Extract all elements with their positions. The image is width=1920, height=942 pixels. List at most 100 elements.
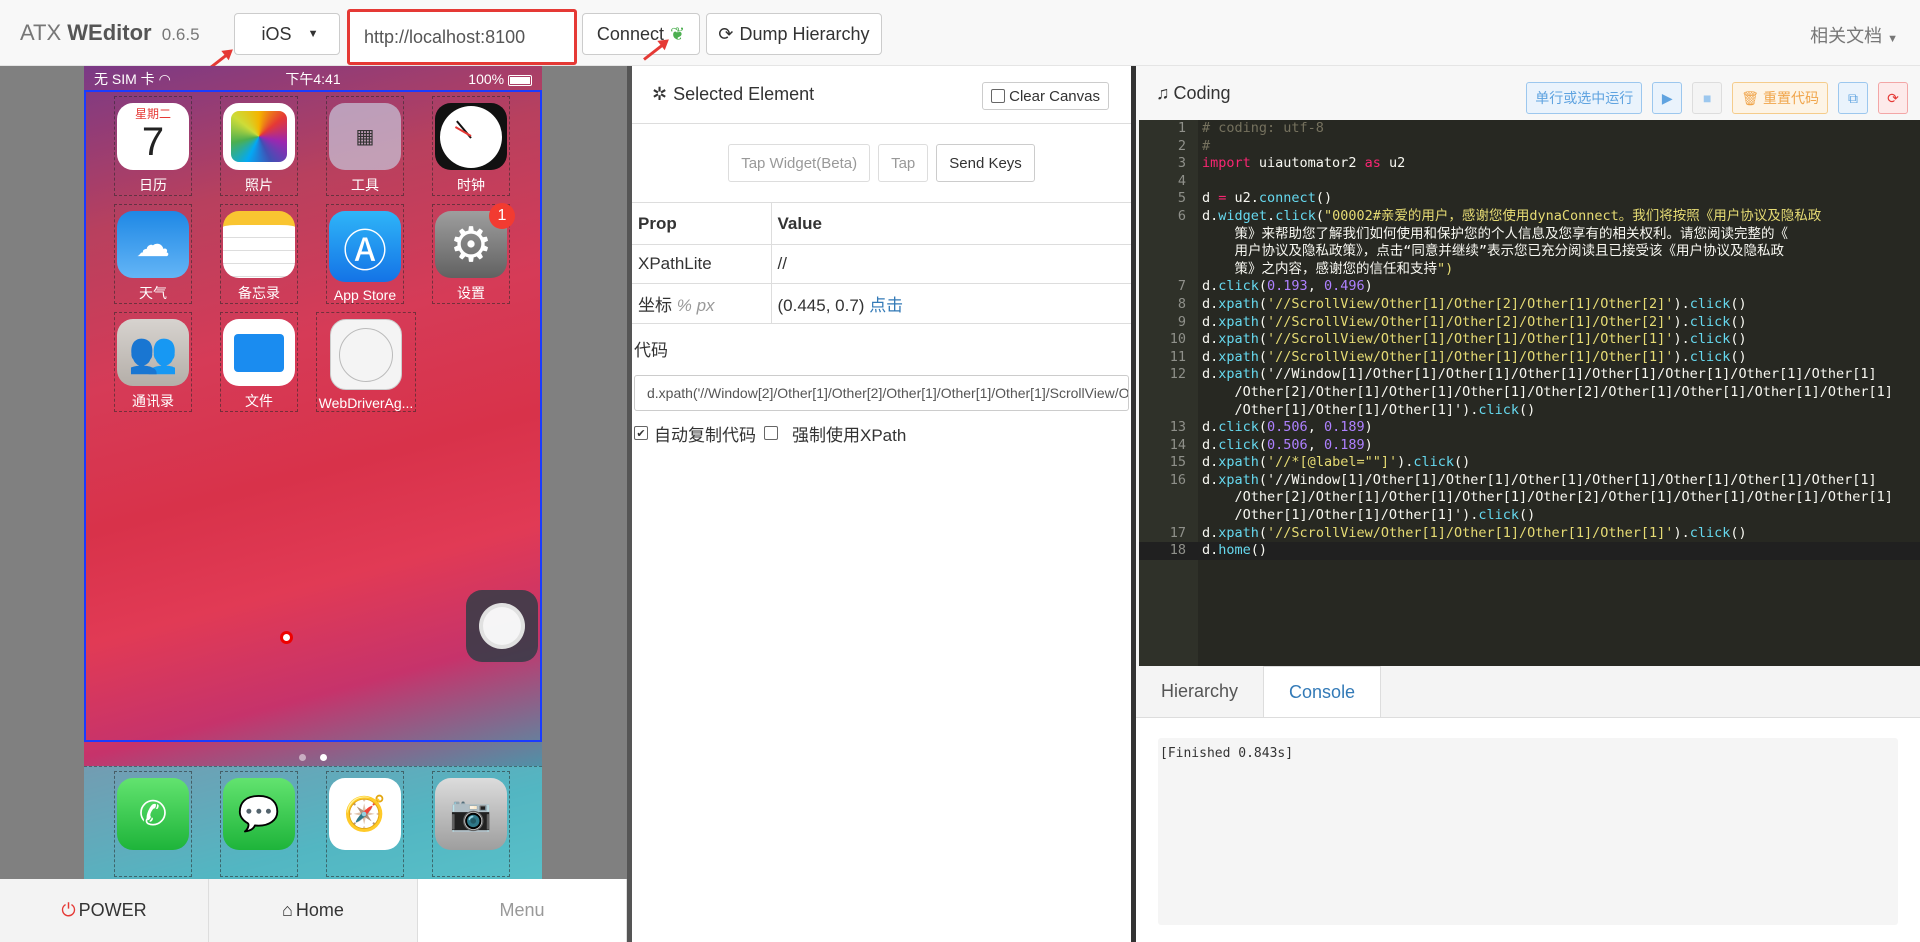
force-xpath-checkbox[interactable] [764, 426, 778, 440]
contacts-icon: 👥 [117, 319, 189, 386]
code-text: 策》来帮助您了解我们如何使用和保护您的个人信息及您享有的相关权利。请您阅读完整的… [1202, 225, 1789, 242]
device-buttons: ⏻ POWER ⌂ Home Menu [0, 879, 627, 942]
menu-button[interactable]: Menu [418, 879, 627, 942]
line-number: 12 [1169, 366, 1186, 383]
code-text: d.xpath('//*[@label=""]').click() [1202, 454, 1471, 471]
play-icon[interactable]: ▶ [1652, 82, 1683, 114]
brand-prefix: ATX [20, 20, 62, 45]
code-text: d.xpath('//ScrollView/Other[1]/Other[1]/… [1202, 331, 1747, 348]
dock-phone[interactable]: ✆ [114, 771, 192, 877]
app-webdriveragent[interactable]: WebDriverAg... [316, 312, 416, 412]
version-label: 0.6.5 [161, 25, 200, 44]
tab-console[interactable]: Console [1263, 666, 1382, 717]
click-coordinate-link[interactable]: 点击 [869, 296, 903, 315]
code-line: 9 d.xpath('//ScrollView/Other[1]/Other[2]… [1139, 314, 1920, 332]
line-number: 6 [1177, 207, 1186, 224]
code-line: /Other[2]/Other[1]/Other[1]/Other[1]/Oth… [1139, 489, 1920, 507]
files-folder-icon [223, 319, 295, 386]
leaf-icon: ❦ [669, 23, 686, 44]
weather-icon: ☁ [117, 211, 189, 278]
generated-code-input[interactable]: d.xpath('//Window[2]/Other[1]/Other[2]/O… [634, 374, 1129, 411]
console-area: [Finished 0.843s] [1136, 718, 1920, 942]
platform-dropdown[interactable]: iOS ▼ [234, 13, 340, 55]
line-number: 1 [1177, 120, 1186, 136]
tap-position-marker [280, 631, 293, 644]
blank-app-grid-icon [330, 319, 402, 390]
tab-hierarchy[interactable]: Hierarchy [1136, 666, 1263, 717]
dock-messages[interactable]: 💬 [220, 771, 298, 877]
line-number [1139, 261, 1186, 279]
music-note-icon: ♫ [1156, 82, 1170, 103]
tap-widget-button[interactable]: Tap Widget(Beta) [728, 144, 871, 182]
table-row: XPathLite // [632, 244, 1131, 284]
code-line: 15 d.xpath('//*[@label=""]').click() [1139, 454, 1920, 472]
run-selection-button[interactable]: 单行或选中运行 [1526, 82, 1643, 114]
app-files[interactable]: 文件 [220, 312, 298, 412]
line-number: 4 [1177, 172, 1186, 189]
clock-icon [435, 103, 507, 170]
refresh-icon: ⟳ [718, 23, 734, 44]
code-text: d.home() [1202, 542, 1268, 559]
app-notes[interactable]: 备忘录 [220, 204, 298, 304]
stop-icon[interactable]: ■ [1692, 82, 1723, 114]
code-label: 代码 [632, 322, 1131, 373]
app-weather[interactable]: ☁ 天气 [114, 204, 192, 304]
code-text: d.xpath('//ScrollView/Other[1]/Other[1]/… [1202, 348, 1747, 365]
platform-label: iOS [261, 23, 292, 44]
device-screenshot[interactable]: 无 SIM 卡 ◠ 下午4:41 100% 星期二 7 日历 照片 ▦ 工具 时… [84, 66, 542, 879]
restart-icon[interactable]: ⟳ [1878, 82, 1908, 114]
device-url-input[interactable]: http://localhost:8100 [347, 9, 577, 65]
line-number [1139, 402, 1186, 420]
code-text: d.xpath('//ScrollView/Other[1]/Other[2]/… [1202, 295, 1747, 312]
reset-code-button[interactable]: 🗑 重置代码 [1732, 82, 1828, 114]
app-app-store[interactable]: Ⓐ App Store [326, 204, 404, 304]
dock: ✆ 💬 🧭 📷 [84, 766, 542, 879]
code-text: /Other[2]/Other[1]/Other[1]/Other[1]/Oth… [1202, 489, 1893, 506]
code-line: 3 import uiautomator2 as u2 [1139, 155, 1920, 173]
messages-icon: 💬 [223, 778, 295, 850]
code-line: 12 d.xpath('//Window[1]/Other[1]/Other[1]… [1139, 366, 1920, 384]
code-line: 13 d.click(0.506, 0.189) [1139, 419, 1920, 437]
auto-copy-checkbox[interactable]: ✔ [634, 426, 648, 440]
code-line: 18 d.home() [1139, 542, 1920, 560]
brand: ATX WEditor 0.6.5 [20, 20, 200, 46]
code-editor[interactable]: 1 # coding: utf-8 2 #3 import uiautomator2 a… [1139, 120, 1920, 666]
line-number [1139, 384, 1186, 402]
code-line: 16 d.xpath('//Window[1]/Other[1]/Other[1]… [1139, 472, 1920, 490]
line-number: 14 [1169, 436, 1186, 453]
app-clock[interactable]: 时钟 [432, 96, 510, 196]
app-tools-folder[interactable]: ▦ 工具 [326, 96, 404, 196]
line-number: 8 [1177, 295, 1186, 312]
dock-safari[interactable]: 🧭 [326, 771, 404, 877]
home-button[interactable]: ⌂ Home [209, 879, 418, 942]
photos-icon [223, 103, 295, 170]
code-line: 8 d.xpath('//ScrollView/Other[1]/Other[2]… [1139, 296, 1920, 314]
code-line: /Other[1]/Other[1]/Other[1]').click() [1139, 402, 1920, 420]
app-contacts[interactable]: 👥 通讯录 [114, 312, 192, 412]
dock-camera[interactable]: 📷 [432, 771, 510, 877]
clear-canvas-button[interactable]: Clear Canvas [982, 82, 1109, 110]
docs-dropdown[interactable]: 相关文档 ▼ [1810, 22, 1898, 48]
caret-down-icon: ▼ [307, 28, 319, 40]
code-text: import uiautomator2 as u2 [1202, 155, 1406, 172]
console-output: [Finished 0.843s] [1158, 738, 1898, 925]
line-number: 11 [1169, 348, 1186, 365]
table-row: 坐标 % px (0.445, 0.7) 点击 [632, 283, 1131, 323]
tap-button[interactable]: Tap [878, 144, 929, 182]
code-line: 4 [1139, 173, 1920, 191]
connect-button[interactable]: Connect ❦ [582, 13, 700, 55]
connect-label: Connect [596, 23, 664, 44]
power-button[interactable]: ⏻ POWER [0, 879, 209, 942]
selected-element-panel: ✲ Selected Element Clear Canvas Tap Widg… [632, 66, 1131, 942]
send-keys-button[interactable]: Send Keys [936, 144, 1035, 182]
copy-icon[interactable]: ⧉ [1838, 82, 1868, 114]
app-calendar[interactable]: 星期二 7 日历 [114, 96, 192, 196]
folder-icon: ▦ [329, 103, 401, 170]
line-number: 9 [1177, 313, 1186, 330]
assistive-touch-button[interactable] [466, 590, 538, 662]
app-photos[interactable]: 照片 [220, 96, 298, 196]
app-settings[interactable]: ⚙ 1 设置 [432, 203, 515, 304]
dump-hierarchy-button[interactable]: ⟳ Dump Hierarchy [706, 13, 882, 55]
properties-table: Prop Value XPathLite // 坐标 % px (0.445, … [632, 202, 1131, 323]
